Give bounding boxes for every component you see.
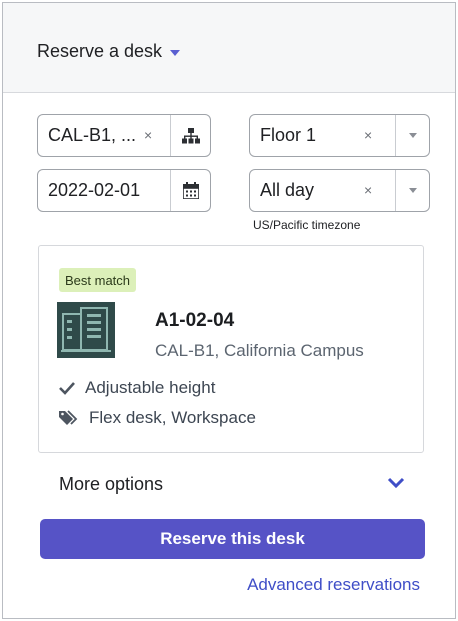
tags-icon — [59, 410, 78, 425]
check-icon — [59, 382, 75, 395]
clear-time-icon[interactable]: × — [364, 182, 372, 198]
time-select[interactable]: All day × — [249, 169, 430, 212]
location-select[interactable]: CAL-B1, ... × — [37, 114, 211, 157]
desk-location: CAL-B1, California Campus — [155, 341, 364, 360]
advanced-reservations-link[interactable]: Advanced reservations — [247, 575, 420, 595]
reserve-desk-panel: Reserve a desk CAL-B1, ... × Floor 1 × 2… — [2, 2, 456, 619]
panel-header: Reserve a desk — [3, 3, 455, 93]
feature-item: Flex desk, Workspace — [59, 408, 256, 428]
more-options-toggle[interactable]: More options — [59, 474, 163, 495]
reserve-desk-button[interactable]: Reserve this desk — [40, 519, 425, 559]
date-field[interactable]: 2022-02-01 — [37, 169, 211, 212]
location-value: CAL-B1, ... — [48, 125, 137, 145]
reserve-desk-dropdown[interactable]: Reserve a desk — [37, 41, 181, 62]
caret-down-icon — [170, 50, 181, 56]
desk-id: A1-02-04 — [155, 310, 235, 331]
building-icon — [57, 302, 115, 358]
floor-select[interactable]: Floor 1 × — [249, 114, 430, 157]
date-value: 2022-02-01 — [48, 180, 141, 200]
feature-label: Flex desk, Workspace — [89, 408, 256, 427]
best-match-badge: Best match — [59, 268, 137, 292]
time-value: All day — [260, 180, 315, 200]
feature-item: Adjustable height — [59, 378, 215, 398]
clear-floor-icon[interactable]: × — [364, 127, 372, 143]
dropdown-caret-icon[interactable] — [396, 170, 430, 211]
floor-value: Floor 1 — [260, 125, 317, 145]
chevron-down-icon[interactable] — [387, 476, 405, 490]
desk-result-card[interactable]: Best match A1-02-04 CAL-B1, California C… — [38, 245, 424, 453]
clear-location-icon[interactable]: × — [144, 127, 152, 143]
timezone-label: US/Pacific timezone — [253, 218, 361, 232]
header-title: Reserve a desk — [37, 41, 163, 61]
feature-label: Adjustable height — [85, 378, 216, 397]
calendar-icon[interactable] — [171, 170, 211, 211]
hierarchy-icon[interactable] — [171, 115, 211, 156]
dropdown-caret-icon[interactable] — [396, 115, 430, 156]
